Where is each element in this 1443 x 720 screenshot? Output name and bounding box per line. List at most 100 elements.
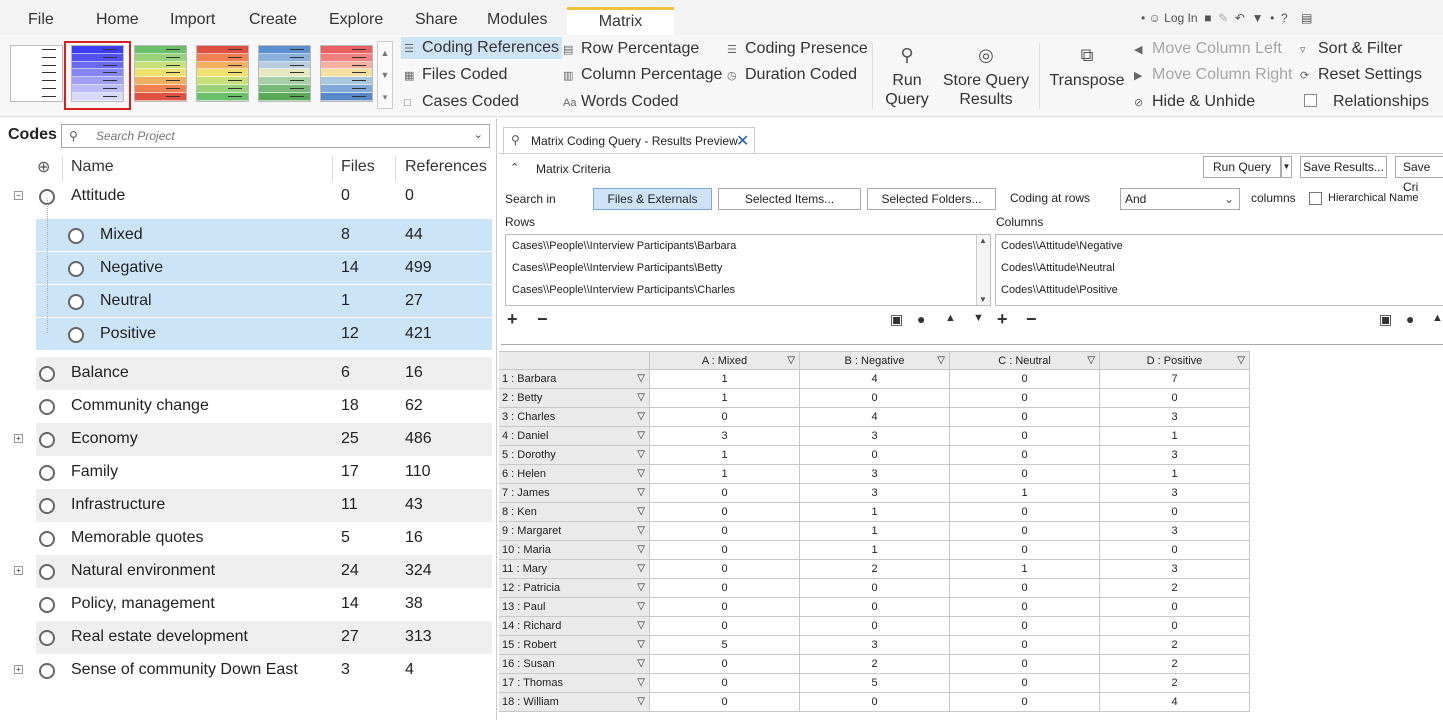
filter-icon[interactable]: ▽ (637, 484, 645, 502)
cases-coded-button[interactable]: □ Cases Coded (404, 93, 519, 111)
matrix-row-header[interactable]: 8 : Ken ▽ (499, 503, 650, 522)
code-row[interactable]: Negative 14 499 (36, 252, 492, 285)
menu-tab-modules[interactable]: Modules (487, 11, 547, 29)
matrix-cell[interactable]: 0 (650, 541, 800, 560)
code-row[interactable]: Neutral 1 27 (36, 285, 492, 318)
gallery-scroll[interactable]: ▲ ▼ ▾ (377, 41, 393, 109)
matrix-cell[interactable]: 0 (800, 598, 950, 617)
matrix-cell[interactable]: 1 (650, 370, 800, 389)
matrix-cell[interactable]: 0 (950, 446, 1100, 465)
save-icon[interactable]: ■ (1204, 11, 1211, 25)
matrix-cell[interactable]: 0 (650, 408, 800, 427)
color-scheme-swatch[interactable] (258, 45, 311, 102)
list-item[interactable]: Cases\\People\\Interview Participants\Be… (512, 262, 722, 274)
filter-icon[interactable]: ▽ (637, 560, 645, 578)
color-scheme-swatch[interactable] (320, 45, 373, 102)
matrix-column-header[interactable]: A : Mixed ▽ (650, 351, 800, 370)
color-scheme-swatch[interactable] (196, 45, 249, 102)
matrix-cell[interactable]: 1 (800, 503, 950, 522)
matrix-cell[interactable]: 0 (950, 674, 1100, 693)
filter-icon[interactable]: ▽ (1237, 352, 1245, 370)
store-query-results-button[interactable]: ◎ Store Query Results (938, 45, 1034, 109)
matrix-row-header[interactable]: 11 : Mary ▽ (499, 560, 650, 579)
relationships-checkbox-box[interactable] (1304, 94, 1317, 107)
add-row-icon[interactable]: + (507, 309, 518, 330)
matrix-cell[interactable]: 2 (1100, 655, 1250, 674)
matrix-cell[interactable]: 0 (800, 693, 950, 712)
rows-list[interactable]: Cases\\People\\Interview Participants\Ba… (505, 234, 991, 306)
sort-filter-button[interactable]: ▿ Sort & Filter (1300, 40, 1402, 58)
matrix-cell[interactable]: 0 (800, 579, 950, 598)
menu-tab-import[interactable]: Import (170, 11, 215, 29)
list-item[interactable]: Cases\\People\\Interview Participants\Ch… (512, 284, 735, 296)
matrix-cell[interactable]: 0 (1100, 598, 1250, 617)
run-query-small-button[interactable]: Run Query (1203, 156, 1281, 178)
matrix-cell[interactable]: 2 (800, 655, 950, 674)
search-input[interactable] (96, 128, 456, 144)
results-preview-tab[interactable]: ⚲ Matrix Coding Query - Results Preview … (503, 127, 755, 154)
filter-icon[interactable]: ▽ (637, 522, 645, 540)
rows-list-scrollbar[interactable]: ▲ ▼ (976, 235, 990, 305)
filter-icon[interactable]: ▽ (637, 503, 645, 521)
user-icon[interactable]: ☺ (1149, 11, 1161, 25)
matrix-row-header[interactable]: 2 : Betty ▽ (499, 389, 650, 408)
expand-icon[interactable]: + (14, 665, 23, 674)
filter-icon[interactable]: ▽ (637, 541, 645, 559)
color-scheme-swatch[interactable] (10, 45, 63, 102)
customize-icon[interactable]: ▼ (1252, 11, 1264, 25)
move-up-icon[interactable]: ▲ (945, 312, 956, 324)
matrix-cell[interactable]: 0 (950, 655, 1100, 674)
matrix-cell[interactable]: 0 (950, 503, 1100, 522)
help-icon[interactable]: ? (1281, 11, 1288, 25)
matrix-cell[interactable]: 0 (950, 541, 1100, 560)
remove-row-icon[interactable]: − (537, 309, 548, 330)
filter-icon[interactable]: ▽ (637, 465, 645, 483)
menu-tab-share[interactable]: Share (415, 11, 458, 29)
filter-icon[interactable]: ▽ (787, 352, 795, 370)
matrix-column-header[interactable]: D : Positive ▽ (1100, 351, 1250, 370)
matrix-cell[interactable]: 1 (650, 389, 800, 408)
matrix-cell[interactable]: 0 (650, 674, 800, 693)
matrix-cell[interactable]: 3 (800, 484, 950, 503)
filter-icon[interactable]: ▽ (637, 370, 645, 388)
search-project-box[interactable]: ⚲ ⌄ (61, 124, 490, 148)
add-column-icon[interactable]: + (997, 309, 1008, 330)
matrix-cell[interactable]: 0 (950, 389, 1100, 408)
matrix-cell[interactable]: 2 (1100, 674, 1250, 693)
files-externals-button[interactable]: Files & Externals (593, 188, 712, 210)
matrix-cell[interactable]: 0 (650, 560, 800, 579)
matrix-cell[interactable]: 0 (950, 693, 1100, 712)
matrix-cell[interactable]: 2 (800, 560, 950, 579)
matrix-cell[interactable]: 3 (1100, 522, 1250, 541)
matrix-cell[interactable]: 4 (1100, 693, 1250, 712)
matrix-cell[interactable]: 7 (1100, 370, 1250, 389)
move-column-right-button[interactable]: ▶ Move Column Right (1134, 66, 1293, 84)
matrix-row-header[interactable]: 4 : Daniel ▽ (499, 427, 650, 446)
filter-icon[interactable]: ▽ (637, 598, 645, 616)
files-coded-button[interactable]: ▦ Files Coded (404, 66, 507, 84)
operator-select[interactable]: And ⌄ (1120, 188, 1240, 210)
expand-icon[interactable]: + (14, 566, 23, 575)
matrix-cell[interactable]: 0 (950, 522, 1100, 541)
remove-column-icon[interactable]: − (1026, 309, 1037, 330)
matrix-cell[interactable]: 1 (800, 522, 950, 541)
chevron-down-icon[interactable]: ⌄ (474, 128, 483, 141)
row-percentage-button[interactable]: ▤ Row Percentage (563, 40, 699, 58)
matrix-row-header[interactable]: 7 : James ▽ (499, 484, 650, 503)
transpose-button[interactable]: ⧉ Transpose (1047, 45, 1127, 90)
matrix-row-header[interactable]: 1 : Barbara ▽ (499, 370, 650, 389)
column-header-files[interactable]: Files (341, 158, 375, 176)
code-row[interactable]: Attitude 0 0 − (0, 180, 497, 213)
hierarchical-name-checkbox[interactable] (1309, 192, 1322, 205)
matrix-cell[interactable]: 0 (650, 579, 800, 598)
list-item[interactable]: Codes\\Attitude\Positive (1001, 284, 1118, 296)
matrix-cell[interactable]: 4 (800, 370, 950, 389)
person-icon[interactable]: ● (1406, 311, 1414, 327)
matrix-cell[interactable]: 0 (950, 370, 1100, 389)
matrix-cell[interactable]: 3 (800, 427, 950, 446)
matrix-row-header[interactable]: 9 : Margaret ▽ (499, 522, 650, 541)
move-up-icon[interactable]: ▲ (1432, 312, 1443, 324)
expand-icon[interactable]: + (14, 434, 23, 443)
matrix-cell[interactable]: 0 (1100, 389, 1250, 408)
matrix-row-header[interactable]: 16 : Susan ▽ (499, 655, 650, 674)
